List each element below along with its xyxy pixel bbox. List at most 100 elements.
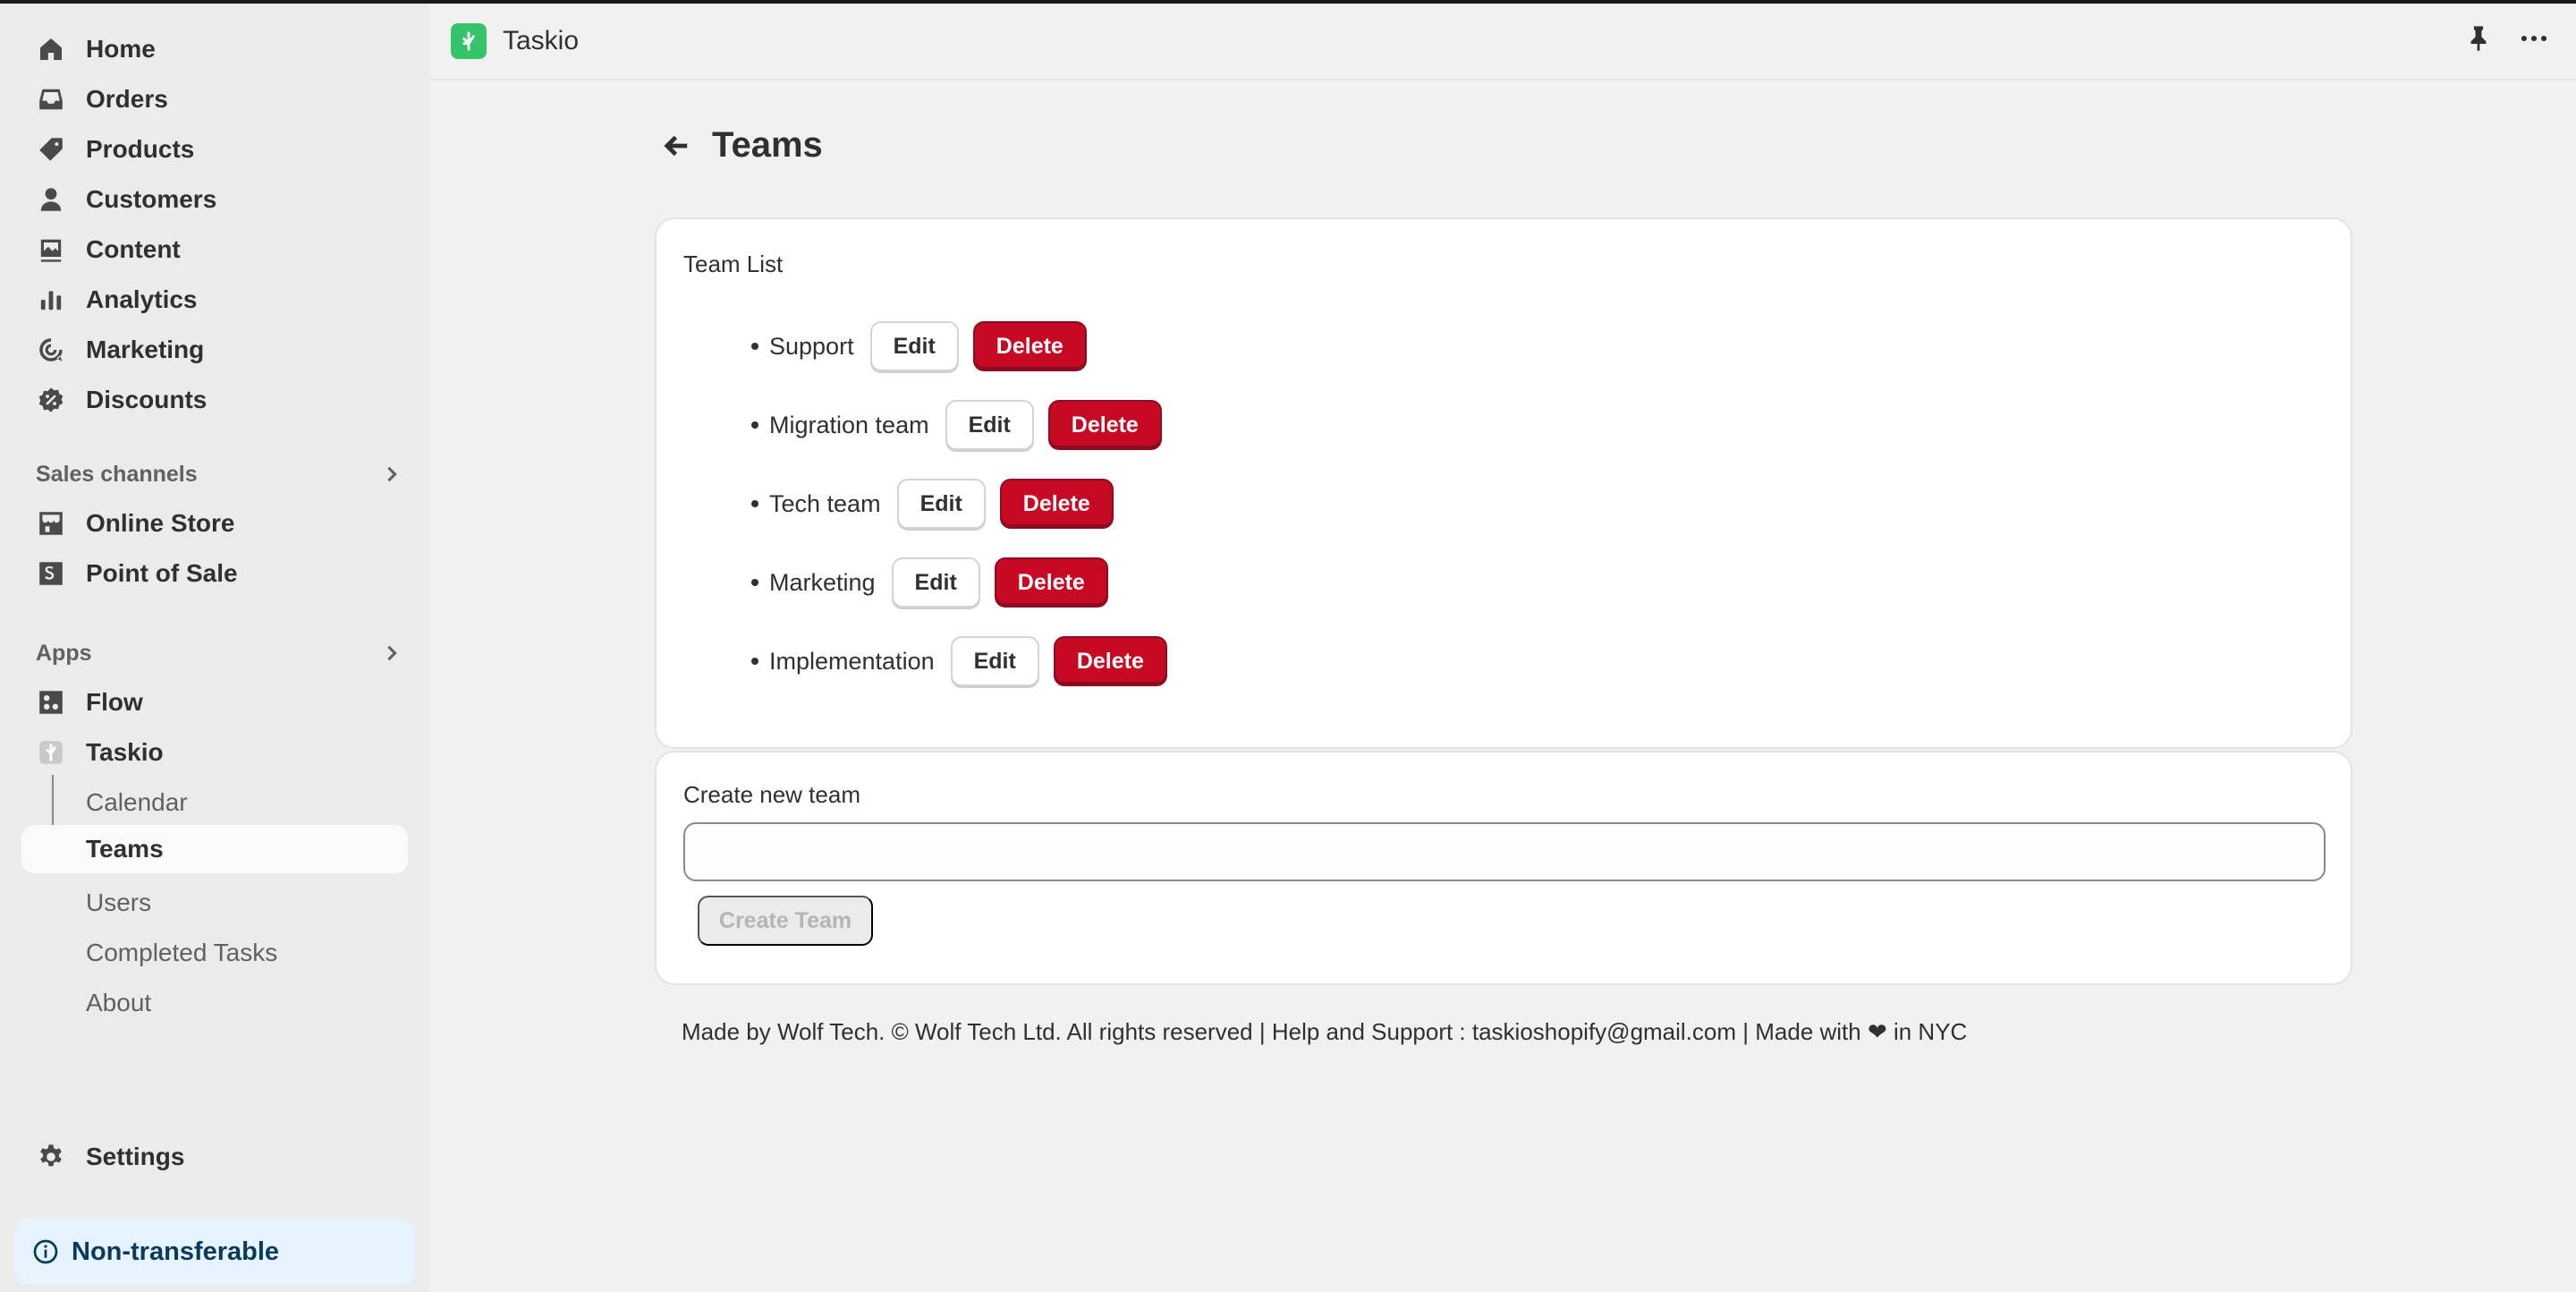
edit-team-button[interactable]: Edit: [896, 479, 986, 529]
card-title: Team List: [683, 251, 784, 277]
list-bullet: [751, 343, 758, 350]
team-name: Marketing: [769, 568, 876, 596]
team-row: Migration team Edit Delete: [751, 399, 1162, 451]
sidebar-item-label: Analytics: [86, 285, 198, 313]
sidebar-item-customers[interactable]: Customers: [21, 175, 408, 224]
image-icon: [36, 234, 66, 265]
page-title-row: Teams: [660, 125, 823, 166]
taskio-logo-icon: [451, 23, 487, 59]
team-name-input[interactable]: [683, 822, 2326, 881]
sidebar-item-products[interactable]: Products: [21, 125, 408, 174]
sidebar-subitem-label: Calendar: [86, 788, 188, 816]
sidebar-item-label: Flow: [86, 688, 143, 716]
sidebar-subitem-teams[interactable]: Teams: [21, 825, 408, 873]
team-name: Tech team: [769, 489, 881, 517]
flow-icon: [36, 687, 66, 718]
sidebar-item-label: Point of Sale: [86, 559, 238, 587]
team-name: Support: [769, 332, 854, 360]
sidebar-item-marketing[interactable]: Marketing: [21, 326, 408, 374]
sidebar-item-analytics[interactable]: Analytics: [21, 276, 408, 324]
sidebar-subitem-label: Users: [86, 888, 152, 916]
sidebar-item-label: Orders: [86, 85, 168, 113]
team-row: Implementation Edit Delete: [751, 635, 1167, 687]
sidebar-item-flow[interactable]: Flow: [21, 678, 408, 727]
delete-team-button[interactable]: Delete: [972, 321, 1087, 371]
sidebar-item-label: Customers: [86, 185, 217, 213]
create-team-button[interactable]: Create Team: [698, 896, 873, 946]
person-icon: [36, 184, 66, 215]
sidebar-item-settings[interactable]: Settings: [21, 1133, 408, 1181]
chevron-right-icon: [387, 466, 397, 482]
team-row: Marketing Edit Delete: [751, 557, 1108, 608]
info-icon: [32, 1238, 59, 1265]
section-heading: Apps: [36, 640, 92, 666]
delete-team-button[interactable]: Delete: [994, 557, 1108, 608]
sidebar-subitem-label: Teams: [86, 835, 164, 863]
edit-team-button[interactable]: Edit: [891, 557, 980, 608]
sidebar-item-label: Discounts: [86, 386, 208, 413]
home-icon: [36, 34, 66, 64]
sidebar-item-label: Products: [86, 135, 195, 163]
discount-icon: [36, 385, 66, 415]
sidebar-item-discounts[interactable]: Discounts: [21, 376, 408, 424]
sidebar-item-label: Taskio: [86, 738, 164, 766]
pin-icon[interactable]: [2463, 23, 2494, 54]
team-list-card: Team List Support Edit Delete Migration …: [655, 217, 2352, 749]
team-name: Implementation: [769, 647, 935, 675]
sidebar-item-orders[interactable]: Orders: [21, 75, 408, 123]
notice-label: Non-transferable: [72, 1237, 280, 1266]
sidebar-item-taskio[interactable]: Taskio: [21, 728, 408, 777]
delete-team-button[interactable]: Delete: [999, 479, 1114, 529]
tag-icon: [36, 134, 66, 165]
team-name: Migration team: [769, 411, 929, 438]
app-title: Taskio: [503, 26, 580, 55]
store-icon: [36, 508, 66, 539]
sidebar: Home Orders Products Customers Content A…: [0, 4, 429, 1292]
sales-channels-header[interactable]: Sales channels: [36, 456, 402, 492]
sidebar-item-content[interactable]: Content: [21, 225, 408, 274]
create-team-label: Create new team: [683, 781, 860, 808]
pos-icon: [36, 558, 66, 589]
sidebar-item-label: Settings: [86, 1143, 185, 1170]
delete-team-button[interactable]: Delete: [1053, 636, 1167, 686]
sidebar-item-label: Content: [86, 235, 181, 263]
delete-team-button[interactable]: Delete: [1047, 400, 1162, 450]
page-title: Teams: [712, 125, 823, 165]
team-row: Support Edit Delete: [751, 320, 1087, 372]
footer-text: Made by Wolf Tech. © Wolf Tech Ltd. All …: [682, 1018, 1968, 1045]
list-bullet: [751, 579, 758, 586]
sidebar-subitem-calendar[interactable]: Calendar: [21, 778, 408, 827]
sidebar-item-online-store[interactable]: Online Store: [21, 499, 408, 548]
sidebar-subitem-users[interactable]: Users: [21, 879, 408, 927]
arrow-left-icon: [664, 135, 688, 156]
sidebar-item-label: Marketing: [86, 336, 205, 363]
bar-chart-icon: [36, 285, 66, 315]
back-button[interactable]: [660, 129, 694, 163]
edit-team-button[interactable]: Edit: [945, 400, 1034, 450]
list-bullet: [751, 500, 758, 507]
taskio-icon: [36, 737, 66, 768]
section-heading: Sales channels: [36, 461, 198, 487]
create-team-card: Create new team Create Team: [655, 751, 2352, 985]
edit-team-button[interactable]: Edit: [950, 636, 1039, 686]
sidebar-subitem-about[interactable]: About: [21, 979, 408, 1027]
sidebar-subitem-label: Completed Tasks: [86, 939, 278, 966]
list-bullet: [751, 658, 758, 665]
sidebar-item-label: Home: [86, 35, 156, 63]
inbox-icon: [36, 84, 66, 115]
sidebar-item-label: Online Store: [86, 509, 235, 537]
chevron-right-icon: [387, 645, 397, 661]
edit-team-button[interactable]: Edit: [869, 321, 959, 371]
list-bullet: [751, 421, 758, 429]
target-icon: [36, 335, 66, 365]
sidebar-subitem-label: About: [86, 989, 152, 1016]
sidebar-subitem-completed-tasks[interactable]: Completed Tasks: [21, 929, 408, 977]
sidebar-item-home[interactable]: Home: [21, 25, 408, 73]
app-header: Taskio: [429, 4, 2576, 81]
apps-header[interactable]: Apps: [36, 635, 402, 671]
non-transferable-notice[interactable]: Non-transferable: [14, 1219, 415, 1285]
team-row: Tech team Edit Delete: [751, 478, 1114, 530]
gear-icon: [36, 1142, 66, 1172]
sidebar-item-point-of-sale[interactable]: Point of Sale: [21, 549, 408, 598]
more-options-icon[interactable]: [2519, 23, 2549, 54]
